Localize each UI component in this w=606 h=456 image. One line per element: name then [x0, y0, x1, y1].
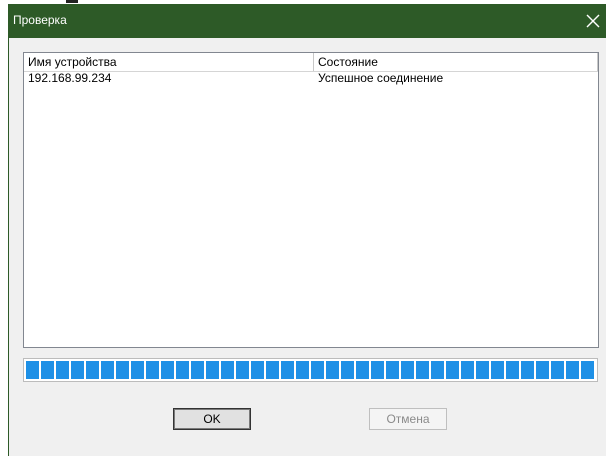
progress-segment — [236, 361, 249, 379]
status-cell: Успешное соединение — [318, 71, 444, 85]
progress-segment — [341, 361, 354, 379]
progress-segment — [386, 361, 399, 379]
progress-segment — [176, 361, 189, 379]
progress-segment — [251, 361, 264, 379]
progress-segment — [371, 361, 384, 379]
progress-segment — [191, 361, 204, 379]
progress-segment — [581, 361, 594, 379]
window-title: Проверка — [13, 13, 67, 27]
progress-segment — [296, 361, 309, 379]
title-bar[interactable]: Проверка — [9, 4, 606, 38]
background-mark — [66, 0, 78, 3]
progress-segment — [266, 361, 279, 379]
progress-segment — [221, 361, 234, 379]
close-icon[interactable] — [581, 9, 605, 33]
progress-segment — [461, 361, 474, 379]
device-list[interactable]: Имя устройства Состояние 192.168.99.234 … — [23, 52, 599, 348]
progress-segment — [41, 361, 54, 379]
device-name-cell: 192.168.99.234 — [28, 71, 112, 85]
progress-segment — [26, 361, 39, 379]
progress-segment — [116, 361, 129, 379]
progress-segment — [521, 361, 534, 379]
progress-segment — [101, 361, 114, 379]
progress-segment — [281, 361, 294, 379]
progress-segment — [476, 361, 489, 379]
progress-segment — [206, 361, 219, 379]
list-header: Имя устройства Состояние — [24, 53, 598, 72]
progress-segment — [311, 361, 324, 379]
ok-button[interactable]: OK — [173, 408, 251, 430]
progress-segment — [491, 361, 504, 379]
column-header-status[interactable]: Состояние — [314, 53, 598, 71]
progress-segment — [416, 361, 429, 379]
progress-segment — [56, 361, 69, 379]
progress-segment — [326, 361, 339, 379]
progress-segment — [356, 361, 369, 379]
dialog-window: Проверка Имя устройства Состояние 192.16… — [8, 4, 606, 456]
progress-segment — [131, 361, 144, 379]
progress-segment — [446, 361, 459, 379]
progress-fill — [26, 361, 594, 379]
progress-segment — [536, 361, 549, 379]
cancel-button[interactable]: Отмена — [369, 408, 447, 430]
progress-segment — [161, 361, 174, 379]
screen: Проверка Имя устройства Состояние 192.16… — [0, 0, 606, 456]
progress-segment — [566, 361, 579, 379]
list-row[interactable]: 192.168.99.234 Успешное соединение — [24, 71, 598, 87]
column-header-device-name[interactable]: Имя устройства — [24, 53, 314, 71]
progress-segment — [146, 361, 159, 379]
progress-segment — [71, 361, 84, 379]
progress-segment — [506, 361, 519, 379]
progress-segment — [401, 361, 414, 379]
progress-segment — [551, 361, 564, 379]
progress-segment — [86, 361, 99, 379]
progress-bar — [23, 358, 598, 382]
progress-segment — [431, 361, 444, 379]
